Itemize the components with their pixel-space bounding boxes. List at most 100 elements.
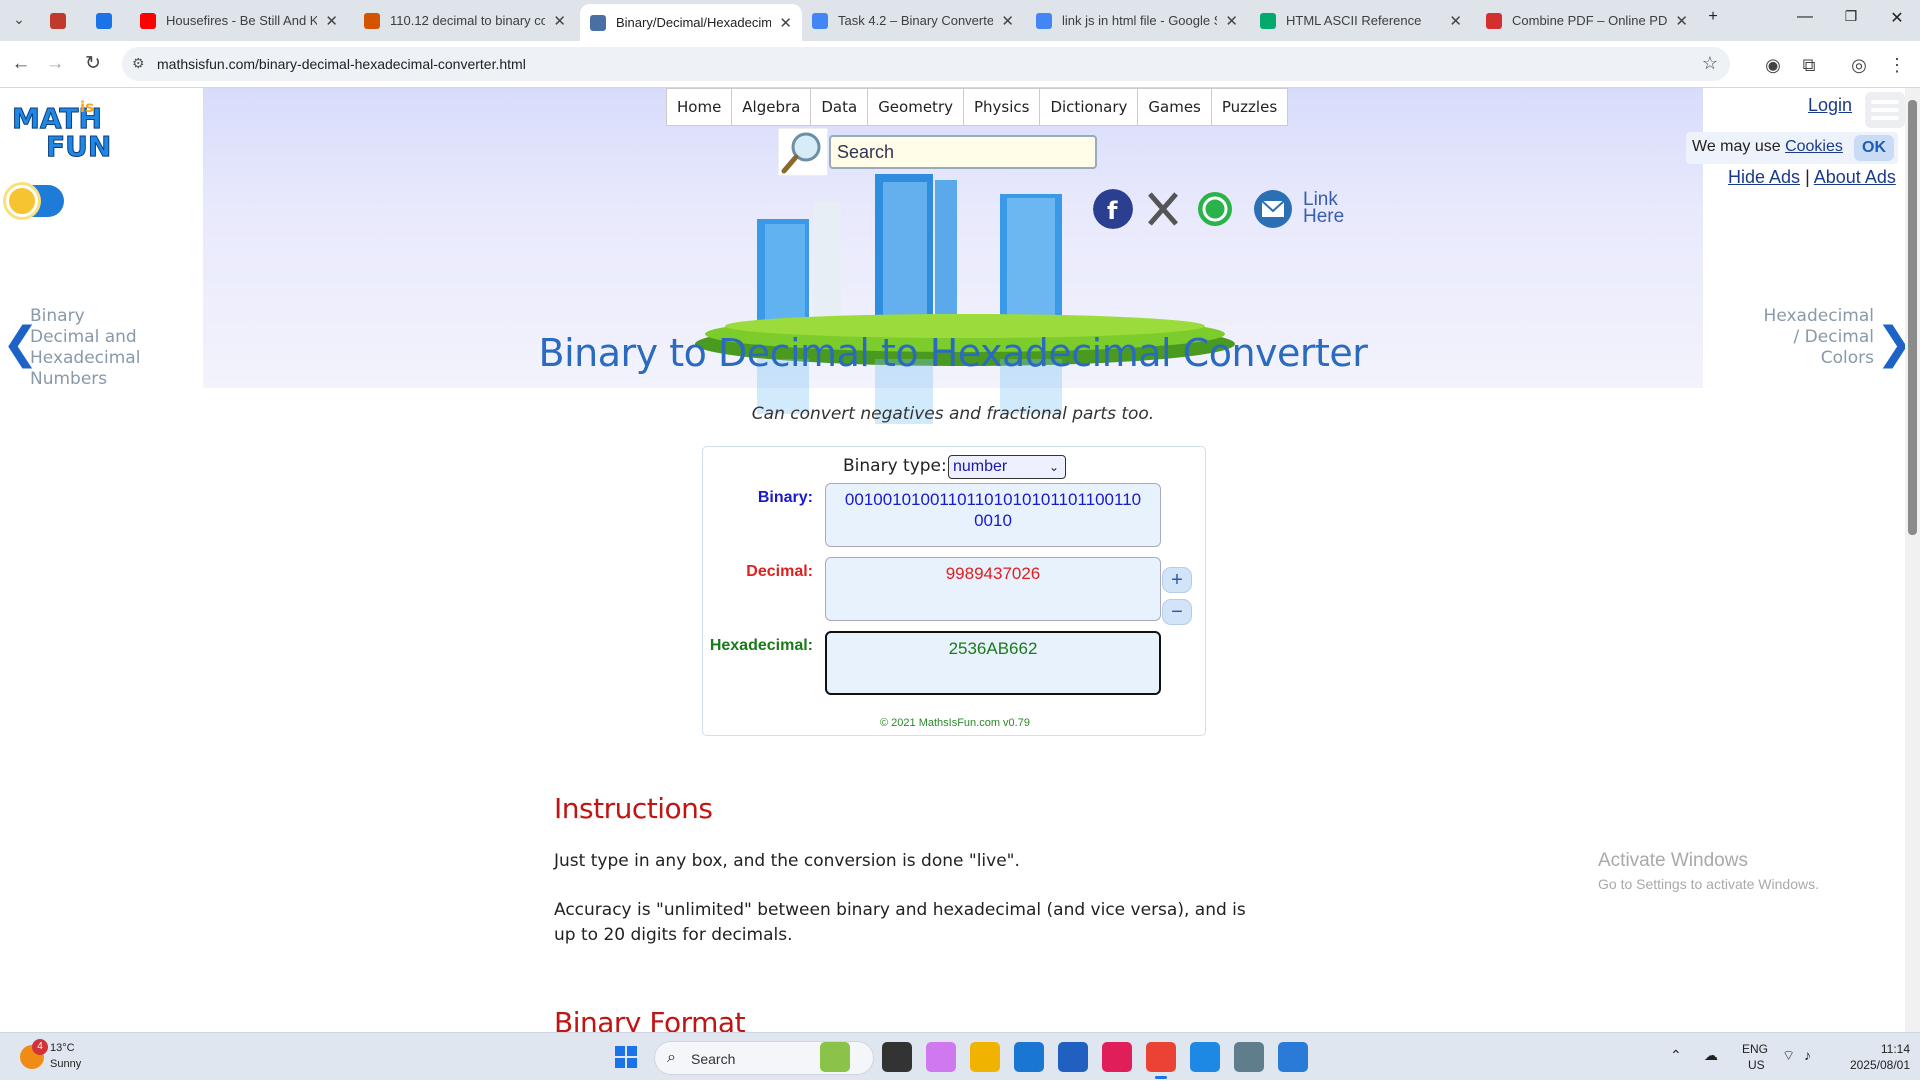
- slack-icon[interactable]: [1102, 1042, 1132, 1072]
- file-viewer-icon[interactable]: [882, 1042, 912, 1072]
- browser-tab[interactable]: [40, 4, 68, 37]
- browser-tab[interactable]: Housefires - Be Still And Kno ✕: [130, 4, 348, 37]
- address-bar[interactable]: ⚙ mathsisfun.com/binary-decimal-hexadeci…: [122, 47, 1730, 81]
- hide-ads-link[interactable]: Hide Ads: [1728, 167, 1800, 187]
- close-window-button[interactable]: ✕: [1874, 8, 1920, 28]
- magnifier-icon[interactable]: [778, 128, 828, 176]
- tab-close-icon[interactable]: ✕: [1449, 12, 1462, 30]
- browser-tab[interactable]: HTML ASCII Reference ✕: [1250, 4, 1472, 37]
- docs-icon: [812, 12, 828, 29]
- binary-format-heading: Binary Format: [554, 1006, 746, 1032]
- theme-toggle[interactable]: [6, 185, 64, 217]
- tab-close-icon[interactable]: ✕: [325, 12, 338, 30]
- browser-tab[interactable]: Combine PDF – Online PDF C ✕: [1476, 4, 1698, 37]
- minimize-button[interactable]: —: [1782, 8, 1828, 26]
- browser-tab[interactable]: link js in html file - Google S ✕: [1026, 4, 1248, 37]
- edge-icon[interactable]: [1014, 1042, 1044, 1072]
- clock-time[interactable]: 11:14: [1840, 1042, 1910, 1056]
- hexadecimal-field[interactable]: 2536AB662: [825, 631, 1161, 695]
- email-icon[interactable]: [1253, 189, 1293, 229]
- restore-button[interactable]: ❐: [1828, 8, 1874, 25]
- wifi-icon[interactable]: ⌔: [1782, 1047, 1795, 1065]
- store-icon[interactable]: [1058, 1042, 1088, 1072]
- settings-icon[interactable]: [1234, 1042, 1264, 1072]
- link-here-link[interactable]: Link Here: [1303, 190, 1344, 226]
- browser-menu-icon[interactable]: ⋮: [1886, 54, 1908, 76]
- nav-item-games[interactable]: Games: [1138, 89, 1212, 125]
- profile-icon[interactable]: ◎: [1848, 54, 1870, 76]
- nav-item-dictionary[interactable]: Dictionary: [1040, 89, 1139, 125]
- tab-close-icon[interactable]: ✕: [1675, 12, 1688, 30]
- decimal-field[interactable]: 9989437026: [825, 557, 1161, 621]
- tab-title: Task 4.2 – Binary Converter &: [838, 13, 994, 28]
- tab-search-chevron-icon[interactable]: ⌄: [6, 7, 32, 33]
- nav-item-data[interactable]: Data: [811, 89, 869, 125]
- back-icon[interactable]: ←: [8, 52, 34, 78]
- vscode-icon[interactable]: [1190, 1042, 1220, 1072]
- login-link[interactable]: Login: [1808, 95, 1852, 116]
- instructions-paragraph-2: Accuracy is "unlimited" between binary a…: [554, 900, 1246, 945]
- file-explorer-icon[interactable]: [970, 1042, 1000, 1072]
- language-eng[interactable]: ENG: [1742, 1042, 1768, 1056]
- bakery-app-icon[interactable]: [820, 1042, 850, 1072]
- extension-copilot-icon[interactable]: ◉: [1762, 54, 1784, 76]
- chrome-icon[interactable]: [1146, 1042, 1176, 1072]
- tray-chevron-up-icon[interactable]: ⌃: [1670, 1047, 1682, 1064]
- weather-widget[interactable]: 4 13°C Sunny: [18, 1039, 138, 1075]
- cookies-link[interactable]: Cookies: [1785, 138, 1843, 155]
- copilot-icon[interactable]: [926, 1042, 956, 1072]
- site-search-input[interactable]: Search: [829, 135, 1097, 169]
- onedrive-icon[interactable]: ☁: [1704, 1047, 1718, 1064]
- nav-item-physics[interactable]: Physics: [964, 89, 1041, 125]
- increment-button[interactable]: +: [1162, 567, 1192, 593]
- tab-close-icon[interactable]: ✕: [779, 14, 792, 32]
- site-menu-icon[interactable]: [1865, 92, 1905, 128]
- x-twitter-icon[interactable]: [1143, 189, 1183, 229]
- decrement-button[interactable]: −: [1162, 599, 1192, 625]
- forward-icon[interactable]: →: [42, 52, 68, 78]
- mathsisfun-logo[interactable]: MATH is FUN: [8, 92, 113, 162]
- bookmark-star-icon[interactable]: ☆: [1702, 53, 1718, 74]
- prev-page-link[interactable]: ❮ Binary Decimal and Hexadecimal Numbers: [0, 306, 140, 389]
- prev-page-label: Binary Decimal and Hexadecimal Numbers: [30, 306, 141, 389]
- activate-windows-watermark: Activate Windows Go to Settings to activ…: [1598, 850, 1819, 892]
- logo-fun: FUN: [46, 130, 111, 162]
- next-page-link[interactable]: Hexadecimal / Decimal Colors ❯: [1740, 306, 1913, 376]
- converter-panel: Binary type: number ⌄ Binary: 00100101001…: [702, 446, 1206, 736]
- whatsapp-icon[interactable]: [1195, 189, 1235, 229]
- url-text: mathsisfun.com/binary-decimal-hexadecima…: [157, 56, 526, 72]
- language-region[interactable]: US: [1748, 1058, 1765, 1072]
- facebook-icon[interactable]: f: [1093, 189, 1133, 229]
- nav-item-geometry[interactable]: Geometry: [868, 89, 964, 125]
- tab-title: HTML ASCII Reference: [1286, 13, 1422, 28]
- nav-item-puzzles[interactable]: Puzzles: [1212, 89, 1287, 125]
- tab-close-icon[interactable]: ✕: [1001, 12, 1014, 30]
- scrollbar-thumb[interactable]: [1908, 100, 1917, 535]
- volume-icon[interactable]: ♪: [1804, 1047, 1811, 1063]
- page-scrollbar[interactable]: [1905, 88, 1920, 1032]
- tab-close-icon[interactable]: ✕: [553, 12, 566, 30]
- new-tab-button[interactable]: +: [1690, 8, 1736, 26]
- notepad-icon[interactable]: [1278, 1042, 1308, 1072]
- tab-close-icon[interactable]: ✕: [1225, 12, 1238, 30]
- browser-tab[interactable]: [86, 4, 114, 37]
- reload-icon[interactable]: ↻: [80, 52, 106, 78]
- browser-tab[interactable]: Task 4.2 – Binary Converter & ✕: [802, 4, 1024, 37]
- ad-links: Hide Ads | About Ads: [1728, 167, 1896, 188]
- browser-tab[interactable]: 110.12 decimal to binary con ✕: [354, 4, 576, 37]
- tab-title: Housefires - Be Still And Kno: [166, 13, 318, 28]
- sync-icon: [96, 12, 112, 29]
- binary-field[interactable]: 00100101001101101010101101100110 0010: [825, 483, 1161, 547]
- nav-item-home[interactable]: Home: [667, 89, 733, 125]
- about-ads-link[interactable]: About Ads: [1814, 167, 1896, 187]
- clock-date[interactable]: 2025/08/01: [1840, 1058, 1910, 1072]
- extensions-puzzle-icon[interactable]: ⧉: [1798, 54, 1820, 76]
- nav-item-algebra[interactable]: Algebra: [732, 89, 812, 125]
- start-windows-icon[interactable]: [614, 1045, 638, 1069]
- cookie-ok-button[interactable]: OK: [1854, 135, 1894, 161]
- site-settings-icon[interactable]: ⚙: [132, 55, 145, 72]
- taskbar-search-label: Search: [691, 1051, 736, 1067]
- browser-tab[interactable]: Binary/Decimal/Hexadecimal ✕: [580, 4, 802, 41]
- search-icon: ⌕: [667, 1049, 676, 1066]
- binary-type-select[interactable]: number ⌄: [948, 455, 1066, 479]
